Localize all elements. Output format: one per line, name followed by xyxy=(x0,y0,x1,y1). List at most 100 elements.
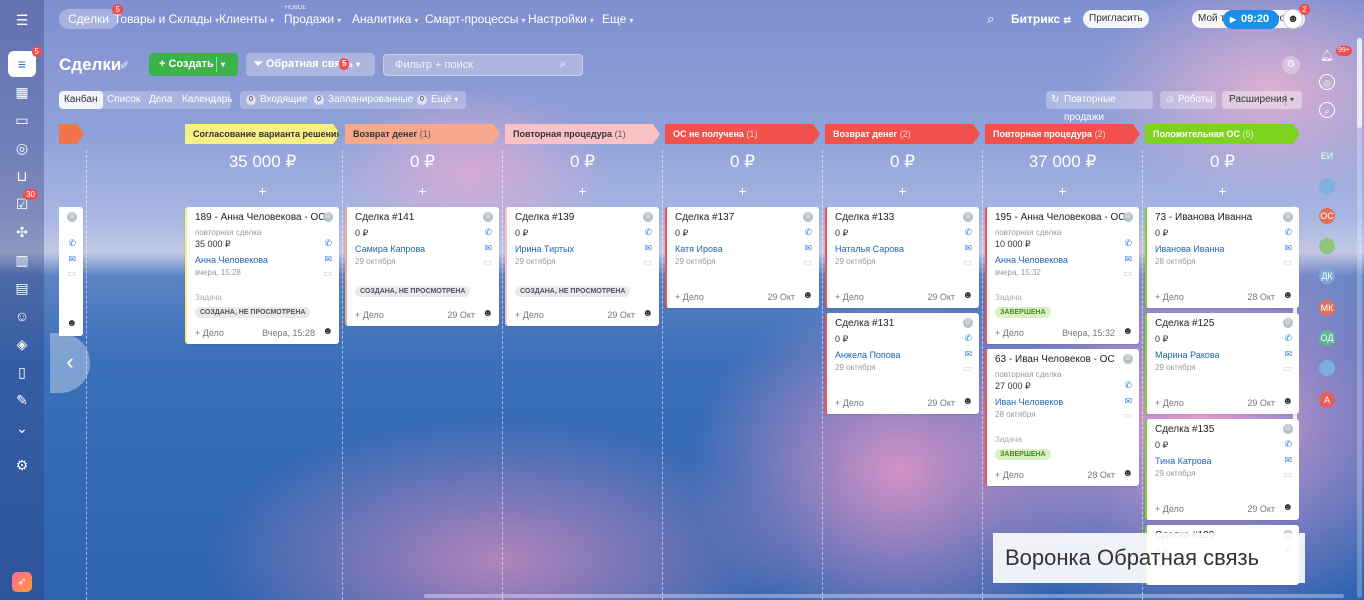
add-deal-button[interactable]: + xyxy=(985,183,1140,199)
chat-icon[interactable]: ▭ xyxy=(963,363,972,374)
responsible-avatar[interactable]: ☻ xyxy=(66,318,77,329)
responsible-avatar[interactable]: ☻ xyxy=(642,308,653,319)
avatar-os[interactable]: ОС xyxy=(1319,208,1335,224)
contact-name[interactable]: Тина Катрова xyxy=(1155,456,1211,466)
email-icon[interactable]: ✉ xyxy=(644,243,652,254)
deal-title[interactable]: Сделка #133 xyxy=(835,212,894,223)
pin-icon[interactable]: ✐ xyxy=(120,59,129,72)
add-activity-link[interactable]: + Дело xyxy=(515,310,544,320)
puzzle-icon[interactable]: ✣ xyxy=(12,222,32,242)
email-icon[interactable]: ✉ xyxy=(1284,243,1292,254)
add-deal-button[interactable]: + xyxy=(1145,183,1299,199)
nav-sales[interactable]: НОВОЕ Продажи ▾ xyxy=(284,5,341,26)
deal-card[interactable]: Сделка #137 0 0 ₽ ✆ Катя Ирова ✉ 29 октября ▭ + … xyxy=(665,207,819,308)
add-deal-button[interactable]: + xyxy=(345,183,500,199)
deal-title[interactable]: 73 - Иванова Иванна xyxy=(1155,212,1252,223)
view-kanban[interactable]: Канбан xyxy=(59,91,103,109)
search-icon[interactable]: ⌕ xyxy=(560,58,566,71)
search-icon[interactable]: ⌕ xyxy=(1319,102,1335,118)
phone-icon[interactable]: ✆ xyxy=(644,227,652,238)
extensions-button[interactable]: Расширения ▾ xyxy=(1222,91,1302,109)
phone-icon[interactable]: ✆ xyxy=(324,238,332,249)
chat-icon[interactable]: ▭ xyxy=(963,257,972,268)
phone-icon[interactable]: ✆ xyxy=(1284,333,1292,344)
deal-title[interactable]: Сделка #125 xyxy=(1155,318,1214,329)
deal-title[interactable]: 195 - Анна Человекова - ОС xyxy=(995,212,1126,223)
page-scrollbar-thumb[interactable] xyxy=(1357,38,1362,128)
phone-icon[interactable]: ✆ xyxy=(804,227,812,238)
deal-card[interactable]: а #175 - ОС0оторная сделка₽✆а Долина✉нут… xyxy=(59,207,83,336)
box-icon[interactable]: ◈ xyxy=(12,334,32,354)
email-icon[interactable]: ✉ xyxy=(964,243,972,254)
add-activity-link[interactable]: + Дело xyxy=(995,470,1024,480)
chat-icon[interactable]: ▭ xyxy=(483,257,492,268)
document-icon[interactable]: ▯ xyxy=(12,362,32,382)
email-icon[interactable]: ✉ xyxy=(964,349,972,360)
deal-card[interactable]: 195 - Анна Человекова - ОС 0 повторная сде… xyxy=(985,207,1139,344)
add-activity-link[interactable]: + Дело xyxy=(835,398,864,408)
view-activities[interactable]: Дела xyxy=(144,91,177,109)
phone-icon[interactable]: ✆ xyxy=(1284,439,1292,450)
responsible-avatar[interactable]: ☻ xyxy=(1122,468,1133,479)
invite-button[interactable]: Пригласить xyxy=(1083,10,1149,28)
avatar-od[interactable]: ОД xyxy=(1319,330,1335,346)
deal-card[interactable]: Сделка #125 0 0 ₽ ✆ Марина Ракова ✉ 29 октября… xyxy=(1145,313,1299,414)
menu-icon[interactable]: ☰ xyxy=(12,10,32,30)
responsible-avatar[interactable]: ☻ xyxy=(482,308,493,319)
deal-title[interactable]: Сделка #131 xyxy=(835,318,894,329)
deal-card[interactable]: Сделка #133 0 0 ₽ ✆ Наталья Сарова ✉ 29 октябр… xyxy=(825,207,979,308)
add-deal-button[interactable]: + xyxy=(665,183,820,199)
cart-icon[interactable]: ⊔ xyxy=(12,166,32,186)
chevron-down-icon[interactable]: ▾ xyxy=(221,53,225,76)
add-deal-button[interactable]: + xyxy=(505,183,660,199)
chevron-down-icon[interactable]: ⌄ xyxy=(12,418,32,438)
phone-icon[interactable]: ✆ xyxy=(484,227,492,238)
email-icon[interactable]: ✉ xyxy=(804,243,812,254)
add-deal-button[interactable]: + xyxy=(59,183,84,199)
email-icon[interactable]: ✉ xyxy=(1124,396,1132,407)
planned-filter[interactable]: Запланированные xyxy=(328,91,413,109)
brand-logo[interactable]: Битрикс ⇄ xyxy=(1011,12,1071,26)
deal-card[interactable]: 73 - Иванова Иванна 0 0 ₽ ✆ Иванова Иванна ✉ 2… xyxy=(1145,207,1299,308)
nav-analytics[interactable]: Аналитика ▾ xyxy=(352,12,418,26)
inbox-icon[interactable]: ▭ xyxy=(12,110,32,130)
add-activity-link[interactable]: + Дело xyxy=(995,328,1024,338)
deal-title[interactable]: Сделка #137 xyxy=(675,212,734,223)
incoming-filter[interactable]: Входящие xyxy=(260,91,307,109)
chat-icon[interactable]: ▭ xyxy=(643,257,652,268)
phone-icon[interactable]: ✆ xyxy=(1124,238,1132,249)
stage-header[interactable]: Возврат денег (1) xyxy=(345,124,500,144)
add-activity-link[interactable]: + Дело xyxy=(195,328,224,338)
contact-name[interactable]: Иван Человеков xyxy=(995,397,1063,407)
responsible-avatar[interactable]: ☻ xyxy=(1282,396,1293,407)
add-deal-button[interactable]: + xyxy=(825,183,980,199)
rocket-icon[interactable]: ➶ xyxy=(12,572,32,592)
repeat-sales-button[interactable]: ↻ Повторные продажи xyxy=(1046,91,1153,123)
work-time-button[interactable]: ▶ 09:20 xyxy=(1223,10,1279,29)
contact-name[interactable]: Наталья Сарова xyxy=(835,244,904,254)
avatar-ei[interactable]: ЕИ xyxy=(1319,148,1335,164)
deal-card[interactable]: 63 - Иван Человеков - ОС 0 повторная сделк… xyxy=(985,349,1139,486)
deal-card[interactable]: Сделка #135 0 0 ₽ ✆ Тина Катрова ✉ 29 октября ▭… xyxy=(1145,419,1299,520)
responsible-avatar[interactable]: ☻ xyxy=(1282,502,1293,513)
phone-icon[interactable]: ✆ xyxy=(1124,380,1132,391)
stage-header[interactable]: Повторная процедура (1) xyxy=(505,124,660,144)
avatar-photo-2[interactable] xyxy=(1319,238,1335,254)
deal-title[interactable]: Сделка #135 xyxy=(1155,424,1214,435)
responsible-avatar[interactable]: ☻ xyxy=(1282,290,1293,301)
chat-icon[interactable]: ▭ xyxy=(1123,268,1132,279)
create-button[interactable]: + Создать ▾ xyxy=(149,53,238,76)
page-scrollbar[interactable] xyxy=(1357,38,1362,598)
stage-header[interactable]: Положительная ОС (5) xyxy=(1145,124,1299,144)
nav-smart-processes[interactable]: Смарт-процессы ▾ xyxy=(425,12,525,26)
add-activity-link[interactable]: + Дело xyxy=(1155,504,1184,514)
add-activity-link[interactable]: + Дело xyxy=(1155,398,1184,408)
add-activity-link[interactable]: + Дело xyxy=(1155,292,1184,302)
bell-icon[interactable]: 🔔︎ 99+ xyxy=(1319,46,1352,64)
contact-name[interactable]: Катя Ирова xyxy=(675,244,723,254)
tasks-icon[interactable]: ☑ 30 xyxy=(12,189,38,214)
user-avatar[interactable]: ☻ xyxy=(1283,9,1303,29)
email-icon[interactable]: ✉ xyxy=(1124,254,1132,265)
more-filter[interactable]: Ещё ▾ xyxy=(431,91,458,109)
nav-more[interactable]: Еще ▾ xyxy=(602,12,633,26)
